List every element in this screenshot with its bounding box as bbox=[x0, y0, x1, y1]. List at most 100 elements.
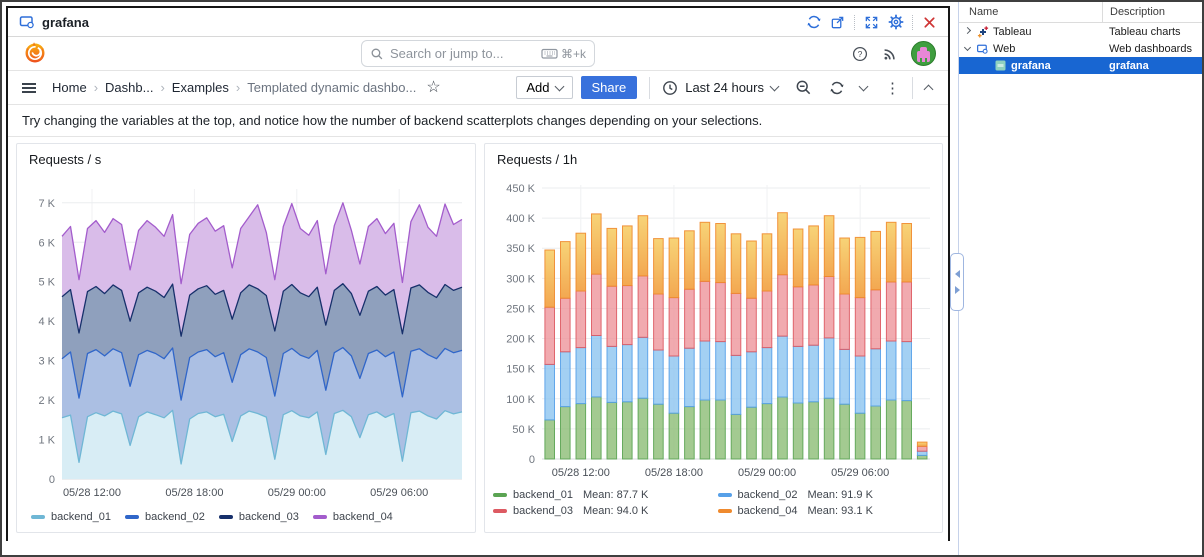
collapse-chevron-up-icon[interactable] bbox=[924, 84, 934, 94]
svg-text:05/28 12:00: 05/28 12:00 bbox=[63, 487, 121, 499]
dashboard-area: Requests / s 01 K2 K3 K4 K5 K6 K7 K05/28… bbox=[8, 137, 948, 541]
svg-text:450 K: 450 K bbox=[506, 183, 535, 195]
grafana-window: grafana bbox=[6, 6, 950, 541]
svg-text:05/29 06:00: 05/29 06:00 bbox=[831, 467, 889, 479]
svg-text:400 K: 400 K bbox=[506, 213, 535, 225]
remote-window-icon bbox=[18, 14, 35, 31]
expander-expanded-icon[interactable] bbox=[959, 48, 975, 50]
svg-text:05/28 18:00: 05/28 18:00 bbox=[165, 487, 223, 499]
dashboard-tree-sidebar: Name Description Tableau Tableau charts … bbox=[958, 2, 1203, 555]
svg-text:350 K: 350 K bbox=[506, 243, 535, 255]
rss-news-icon[interactable] bbox=[881, 45, 899, 63]
svg-text:05/29 06:00: 05/29 06:00 bbox=[370, 487, 428, 499]
chevron-down-icon bbox=[554, 81, 564, 91]
column-header-name[interactable]: Name bbox=[959, 6, 1102, 18]
sync-icon[interactable] bbox=[805, 14, 822, 31]
help-icon[interactable]: ? bbox=[851, 45, 869, 63]
expander-collapsed-icon[interactable] bbox=[959, 31, 975, 33]
grafana-logo-icon[interactable] bbox=[22, 40, 48, 66]
legend-mean-value: Mean: 94.0 K bbox=[583, 505, 648, 517]
panel-title[interactable]: Requests / s bbox=[17, 144, 475, 171]
legend-mean-value: Mean: 91.9 K bbox=[807, 489, 872, 501]
refresh-icon[interactable] bbox=[828, 79, 846, 97]
legend-label: backend_04 bbox=[333, 511, 393, 523]
tree-item-description: Web dashboards bbox=[1102, 43, 1203, 55]
chevron-down-icon bbox=[770, 81, 780, 91]
more-options-kebab-icon[interactable]: ⋮ bbox=[885, 79, 900, 97]
info-banner: Try changing the variables at the top, a… bbox=[8, 105, 948, 137]
requests-per-1h-legend: backend_01Mean: 87.7 K backend_02Mean: 91… bbox=[493, 489, 942, 517]
svg-text:300 K: 300 K bbox=[506, 273, 535, 285]
svg-text:05/29 00:00: 05/29 00:00 bbox=[268, 487, 326, 499]
search-icon bbox=[370, 47, 384, 61]
breadcrumb-examples[interactable]: Examples bbox=[172, 80, 229, 95]
svg-text:2 K: 2 K bbox=[38, 395, 55, 407]
panel-title[interactable]: Requests / 1h bbox=[485, 144, 942, 171]
window-title: grafana bbox=[42, 15, 89, 30]
add-button[interactable]: Add bbox=[516, 76, 572, 99]
legend-swatch bbox=[31, 515, 45, 519]
clock-icon bbox=[662, 80, 678, 96]
legend-item-backend_01[interactable]: backend_01Mean: 87.7 K bbox=[493, 489, 700, 501]
column-header-description[interactable]: Description bbox=[1102, 2, 1203, 22]
zoom-out-icon[interactable] bbox=[794, 79, 812, 97]
legend-mean-value: Mean: 87.7 K bbox=[583, 489, 648, 501]
tree-row-web[interactable]: Web Web dashboards bbox=[959, 40, 1203, 57]
svg-text:200 K: 200 K bbox=[506, 334, 535, 346]
breadcrumb-home[interactable]: Home bbox=[52, 80, 87, 95]
tree-row-tableau[interactable]: Tableau Tableau charts bbox=[959, 23, 1203, 40]
svg-text:1 K: 1 K bbox=[38, 435, 55, 447]
svg-text:4 K: 4 K bbox=[38, 316, 55, 328]
tree-item-label: grafana bbox=[1011, 60, 1051, 72]
time-range-picker[interactable]: Last 24 hours bbox=[662, 80, 778, 96]
tree-item-label: Web bbox=[993, 43, 1015, 55]
info-text: Try changing the variables at the top, a… bbox=[22, 113, 762, 128]
svg-text:5 K: 5 K bbox=[38, 277, 55, 289]
legend-swatch bbox=[219, 515, 233, 519]
svg-text:3 K: 3 K bbox=[38, 356, 55, 368]
search-input[interactable]: Search or jump to... ⌘+k bbox=[361, 40, 595, 67]
collapse-left-icon bbox=[955, 270, 960, 278]
legend-item-backend_01[interactable]: backend_01 bbox=[31, 511, 111, 523]
legend-swatch bbox=[718, 509, 732, 513]
refresh-interval-chevron-icon[interactable] bbox=[859, 81, 869, 91]
open-external-icon[interactable] bbox=[829, 14, 846, 31]
legend-item-backend_03[interactable]: backend_03Mean: 94.0 K bbox=[493, 505, 700, 517]
time-range-label: Last 24 hours bbox=[685, 80, 764, 95]
legend-item-backend_04[interactable]: backend_04 bbox=[313, 511, 393, 523]
svg-text:05/29 00:00: 05/29 00:00 bbox=[738, 467, 796, 479]
legend-label: backend_01 bbox=[51, 511, 111, 523]
favorite-star-icon[interactable]: ☆ bbox=[426, 80, 440, 96]
tree-header: Name Description bbox=[959, 2, 1203, 23]
settings-gear-icon[interactable] bbox=[887, 14, 904, 31]
legend-item-backend_04[interactable]: backend_04Mean: 93.1 K bbox=[718, 505, 925, 517]
menu-hamburger-icon[interactable] bbox=[20, 79, 38, 97]
requests-per-s-chart[interactable]: 01 K2 K3 K4 K5 K6 K7 K05/28 12:0005/28 1… bbox=[22, 171, 470, 511]
separator bbox=[912, 15, 913, 30]
breadcrumb-dashboards[interactable]: Dashb... bbox=[105, 80, 153, 95]
requests-per-1h-chart[interactable]: 050 K100 K150 K200 K250 K300 K350 K400 K… bbox=[490, 171, 938, 489]
sidebar-splitter-handle[interactable] bbox=[950, 253, 964, 311]
svg-text:50 K: 50 K bbox=[512, 424, 535, 436]
dashboard-toolbar: Home › Dashb... › Examples › Templated d… bbox=[8, 71, 948, 105]
legend-item-backend_02[interactable]: backend_02 bbox=[125, 511, 205, 523]
legend-swatch bbox=[493, 509, 507, 513]
share-button[interactable]: Share bbox=[581, 76, 638, 99]
tree-item-description: Tableau charts bbox=[1102, 26, 1203, 38]
fullscreen-expand-icon[interactable] bbox=[863, 14, 880, 31]
breadcrumb-current: Templated dynamic dashbo... bbox=[247, 80, 416, 95]
legend-item-backend_03[interactable]: backend_03 bbox=[219, 511, 299, 523]
svg-text:?: ? bbox=[858, 49, 863, 59]
svg-text:150 K: 150 K bbox=[506, 364, 535, 376]
svg-text:250 K: 250 K bbox=[506, 303, 535, 315]
legend-item-backend_02[interactable]: backend_02Mean: 91.9 K bbox=[718, 489, 925, 501]
tree-row-grafana-selected[interactable]: grafana grafana bbox=[959, 57, 1203, 74]
search-shortcut: ⌘+k bbox=[561, 47, 586, 61]
window-titlebar: grafana bbox=[8, 8, 948, 37]
legend-swatch bbox=[718, 493, 732, 497]
close-icon[interactable] bbox=[921, 14, 938, 31]
user-avatar[interactable] bbox=[911, 41, 936, 66]
svg-text:0: 0 bbox=[49, 474, 55, 486]
legend-mean-value: Mean: 93.1 K bbox=[807, 505, 872, 517]
requests-per-s-legend: backend_01 backend_02 backend_03 backend_04 bbox=[31, 511, 475, 523]
